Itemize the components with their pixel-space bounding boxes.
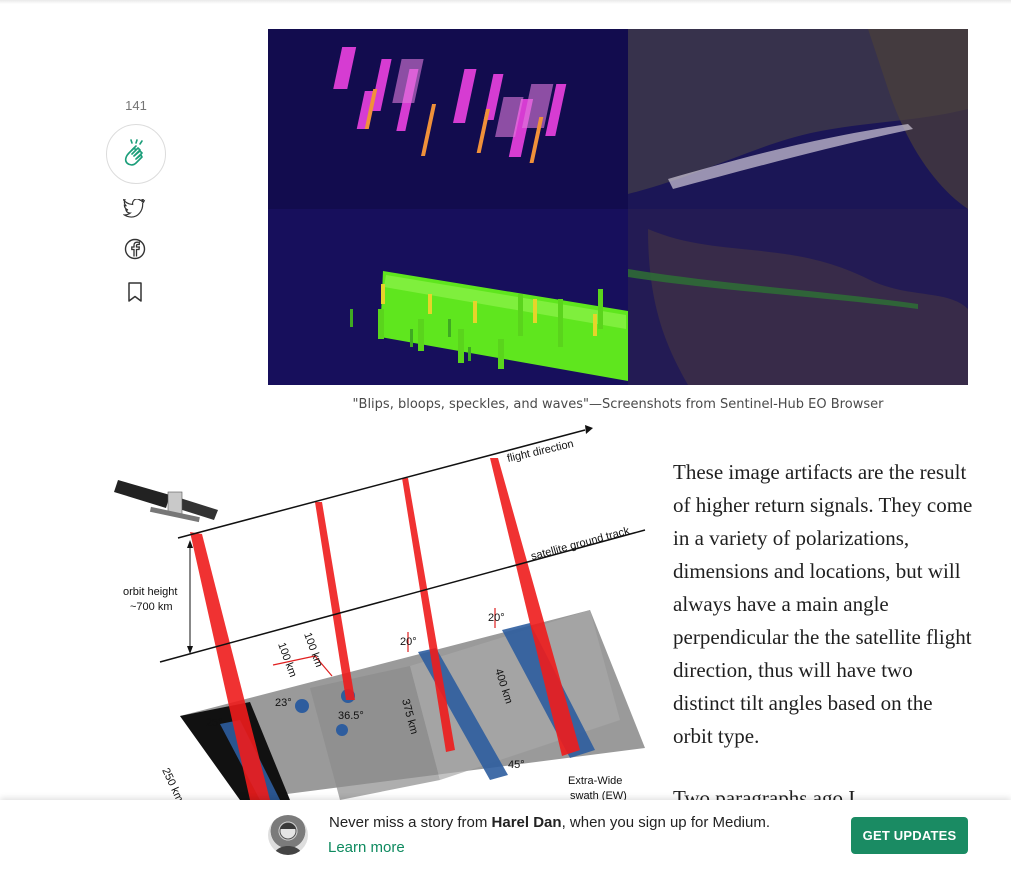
banner-message-post: , when you sign up for Medium. [561, 814, 771, 831]
bookmark-button[interactable] [123, 280, 147, 304]
deg20b-label: 20° [488, 612, 505, 624]
banner-author-name: Harel Dan [491, 814, 562, 831]
bookmark-icon [128, 282, 142, 302]
swath-ew-label: swath (EW) [570, 790, 627, 800]
deg45-label: 45° [508, 759, 525, 771]
clap-button[interactable] [106, 124, 166, 184]
sentinel-geometry-diagram: flight direction satellite ground track … [110, 420, 655, 804]
hero-image [268, 29, 968, 385]
article-paragraph: These image artifacts are the result of … [673, 460, 973, 748]
orbit-height-label: orbit height [123, 586, 177, 598]
orbit-height-value: ~700 km [130, 601, 173, 613]
deg20a-label: 20° [400, 636, 417, 648]
image-caption: "Blips, bloops, speckles, and waves"—Scr… [352, 397, 884, 412]
extra-wide-label: Extra-Wide [568, 775, 622, 787]
author-avatar[interactable] [268, 815, 308, 855]
banner-message-pre: Never miss a story from [329, 814, 492, 831]
twitter-share-button[interactable] [123, 197, 147, 221]
facebook-icon [124, 238, 146, 260]
km250-label: 250 km [159, 766, 185, 800]
learn-more-link[interactable]: Learn more [328, 839, 405, 856]
satellite-icon [114, 480, 218, 523]
signup-banner: Never miss a story from Harel Dan, when … [0, 800, 1011, 870]
twitter-icon [123, 199, 146, 218]
clap-count: 141 [125, 98, 147, 113]
sar-artifacts-image [268, 29, 968, 385]
ground-track-label: satellite ground track [530, 525, 632, 563]
facebook-share-button[interactable] [123, 237, 147, 261]
deg23-label: 23° [275, 697, 292, 709]
km100b-label: 100 km [301, 631, 325, 669]
deg365-label: 36.5° [338, 710, 364, 722]
deg25-label: 25° [206, 717, 223, 729]
banner-message: Never miss a story from Harel Dan, when … [329, 814, 770, 831]
get-updates-button[interactable]: GET UPDATES [851, 817, 968, 854]
clap-icon [124, 139, 143, 166]
top-bar-shadow [0, 0, 1011, 4]
